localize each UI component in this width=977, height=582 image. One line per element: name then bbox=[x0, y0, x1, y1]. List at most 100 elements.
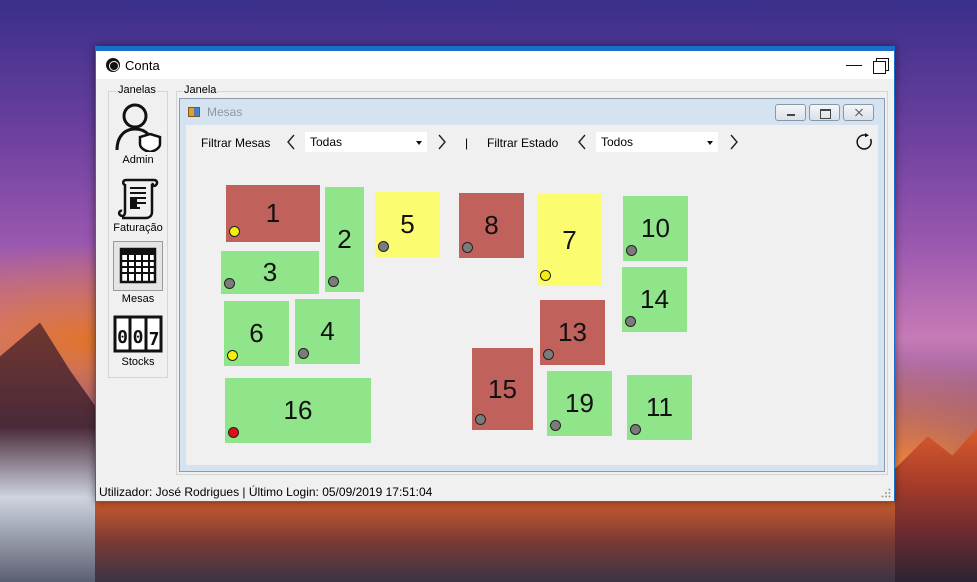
table-5[interactable]: 5 bbox=[375, 192, 440, 257]
table-11[interactable]: 11 bbox=[627, 375, 692, 440]
table-19[interactable]: 19 bbox=[547, 371, 612, 436]
table-status-dot bbox=[630, 424, 641, 435]
table-number: 16 bbox=[283, 395, 313, 425]
filter-mesas-label: Filtrar Mesas bbox=[201, 136, 271, 150]
sidebar-item-label: Stocks bbox=[121, 356, 155, 368]
table-number: 4 bbox=[320, 316, 335, 346]
title-bar: Conta bbox=[96, 51, 894, 79]
chevron-left-icon bbox=[287, 134, 295, 150]
janelas-group-label: Janelas bbox=[117, 84, 157, 96]
table-number: 7 bbox=[562, 224, 577, 255]
wallpaper-mountain-left bbox=[0, 322, 100, 582]
table-number: 15 bbox=[488, 373, 517, 404]
filter-mesas-prev-button[interactable] bbox=[284, 133, 298, 151]
table-13[interactable]: 13 bbox=[540, 300, 605, 365]
wallpaper-mountain-right bbox=[895, 428, 977, 582]
sidebar-item-label: Faturação bbox=[113, 222, 163, 234]
table-status-dot bbox=[228, 427, 239, 438]
table-status-dot bbox=[298, 348, 309, 359]
mdi-maximize-button[interactable] bbox=[809, 104, 840, 121]
filter-estado-label: Filtrar Estado bbox=[487, 136, 559, 150]
refresh-button[interactable] bbox=[856, 133, 874, 151]
restore-button[interactable] bbox=[870, 55, 890, 75]
mesas-title-bar: Mesas bbox=[180, 99, 884, 125]
invoice-scroll-icon bbox=[117, 178, 159, 220]
table-status-dot bbox=[328, 276, 339, 287]
sidebar-item-stocks[interactable]: 0 0 7 Stocks bbox=[109, 308, 167, 376]
mesas-client-area: Filtrar Mesas Todas | Filtrar Estado Tod… bbox=[186, 125, 878, 465]
mesas-window-title: Mesas bbox=[207, 105, 243, 119]
filter-mesas-next-button[interactable] bbox=[435, 133, 449, 151]
table-status-dot bbox=[543, 349, 554, 360]
table-status-dot bbox=[227, 350, 238, 361]
table-8[interactable]: 8 bbox=[459, 193, 524, 258]
status-bar: Utilizador: José Rodrigues | Último Logi… bbox=[96, 481, 894, 501]
sidebar-item-admin[interactable]: Admin bbox=[109, 96, 167, 166]
table-14[interactable]: 14 bbox=[622, 267, 687, 332]
table-number: 8 bbox=[484, 210, 499, 240]
janelas-group: Janelas Admin Faturação Mesas 0 0 7 Stoc… bbox=[108, 84, 168, 378]
table-status-dot bbox=[378, 241, 389, 252]
table-number: 13 bbox=[558, 317, 587, 347]
table-status-dot bbox=[475, 414, 486, 425]
table-number: 14 bbox=[640, 284, 669, 314]
filter-mesas-value: Todas bbox=[310, 135, 343, 149]
chevron-right-icon bbox=[730, 134, 738, 150]
table-status-dot bbox=[229, 226, 240, 237]
table-7[interactable]: 7 bbox=[537, 194, 602, 286]
filter-estado-value: Todos bbox=[601, 135, 634, 149]
resize-grip-icon[interactable] bbox=[881, 488, 891, 498]
chevron-left-icon bbox=[578, 134, 586, 150]
filter-estado-select[interactable]: Todos bbox=[596, 132, 718, 152]
table-status-dot bbox=[550, 420, 561, 431]
mdi-minimize-button[interactable] bbox=[775, 104, 806, 121]
table-status-dot bbox=[626, 245, 637, 256]
table-4[interactable]: 4 bbox=[295, 299, 360, 364]
filter-mesas-select[interactable]: Todas bbox=[305, 132, 427, 152]
tables-grid-icon bbox=[119, 247, 157, 284]
table-number: 6 bbox=[249, 318, 264, 348]
svg-text:0: 0 bbox=[117, 327, 128, 348]
table-number: 10 bbox=[641, 213, 670, 243]
table-15[interactable]: 15 bbox=[472, 348, 533, 430]
status-text: Utilizador: José Rodrigues | Último Logi… bbox=[99, 485, 433, 499]
table-10[interactable]: 10 bbox=[623, 196, 688, 261]
table-status-dot bbox=[540, 270, 551, 281]
sidebar-item-mesas[interactable]: Mesas bbox=[109, 239, 167, 307]
filter-estado-next-button[interactable] bbox=[727, 133, 741, 151]
wallpaper-mountain-bottom bbox=[95, 502, 895, 582]
sidebar-item-label: Mesas bbox=[121, 293, 155, 305]
app-logo-icon bbox=[106, 58, 120, 72]
table-number: 1 bbox=[265, 198, 281, 228]
filter-bar: Filtrar Mesas Todas | Filtrar Estado Tod… bbox=[186, 125, 878, 155]
refresh-icon bbox=[856, 133, 872, 150]
minimize-button[interactable] bbox=[844, 55, 864, 75]
table-1[interactable]: 1 bbox=[226, 185, 320, 242]
table-6[interactable]: 6 bbox=[224, 301, 289, 366]
window-title: Conta bbox=[125, 57, 160, 73]
table-number: 19 bbox=[565, 388, 594, 418]
table-3[interactable]: 3 bbox=[221, 251, 319, 294]
chevron-right-icon bbox=[438, 134, 446, 150]
janela-group: Janela Mesas Filtrar Mesas Todas | Filtr… bbox=[176, 84, 888, 475]
mesas-window-icon bbox=[188, 107, 200, 117]
stock-counter-icon: 0 0 7 bbox=[113, 315, 163, 353]
table-number: 5 bbox=[400, 209, 415, 239]
dropdown-caret-icon bbox=[416, 141, 422, 145]
table-16[interactable]: 16 bbox=[225, 378, 371, 443]
filter-estado-prev-button[interactable] bbox=[575, 133, 589, 151]
sidebar-item-faturacao[interactable]: Faturação bbox=[109, 170, 167, 238]
mesas-window: Mesas Filtrar Mesas Todas | Filtrar Esta… bbox=[179, 98, 885, 472]
table-2[interactable]: 2 bbox=[325, 187, 364, 292]
dropdown-caret-icon bbox=[707, 141, 713, 145]
mdi-close-button[interactable] bbox=[843, 104, 874, 121]
svg-text:7: 7 bbox=[149, 329, 160, 350]
table-number: 2 bbox=[337, 224, 352, 254]
filter-separator: | bbox=[465, 136, 469, 150]
table-status-dot bbox=[224, 278, 235, 289]
sidebar-item-label: Admin bbox=[122, 154, 154, 166]
table-number: 3 bbox=[262, 257, 278, 287]
app-window: Conta Janelas Admin Faturação Mesas 0 0 … bbox=[95, 46, 895, 502]
admin-user-shield-icon bbox=[115, 103, 162, 152]
table-number: 11 bbox=[646, 392, 673, 422]
